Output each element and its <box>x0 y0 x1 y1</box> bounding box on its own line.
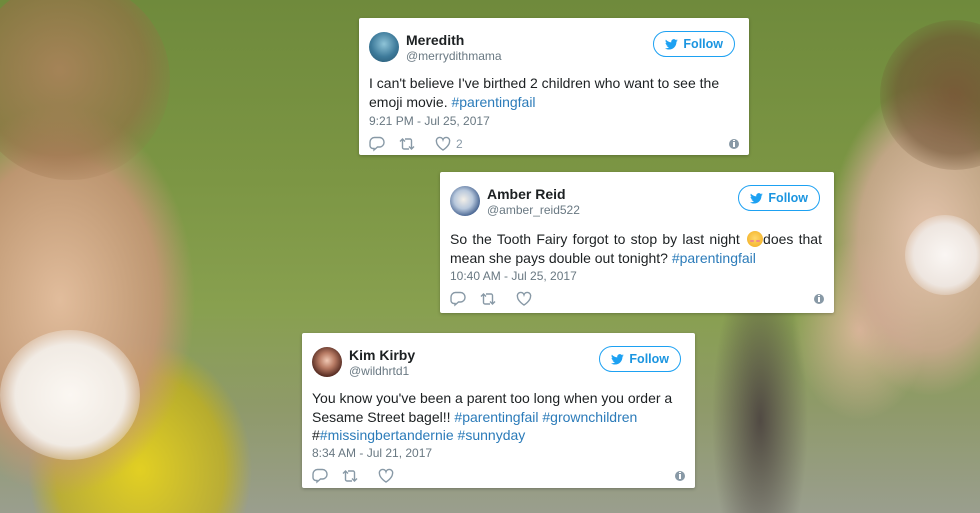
follow-button[interactable]: Follow <box>653 31 735 57</box>
tweet-timestamp[interactable]: 8:34 AM - Jul 21, 2017 <box>312 446 432 460</box>
retweet-icon <box>399 138 415 150</box>
reply-button[interactable] <box>369 136 385 152</box>
hashtag-link[interactable]: #missingbertandernie <box>320 427 454 443</box>
like-button[interactable] <box>378 468 399 484</box>
hashtag-link[interactable]: #parentingfail <box>454 409 538 425</box>
author-handle[interactable]: @merrydithmama <box>406 49 502 63</box>
tweet-actions <box>312 468 685 484</box>
info-icon[interactable] <box>675 471 685 481</box>
child-right-hair <box>880 20 980 170</box>
hashtag-link[interactable]: #parentingfail <box>672 250 756 266</box>
author-name[interactable]: Meredith <box>406 32 464 48</box>
follow-button[interactable]: Follow <box>738 185 820 211</box>
heart-icon <box>435 136 451 151</box>
author-handle[interactable]: @wildhrtd1 <box>349 364 409 378</box>
heart-icon <box>378 468 394 483</box>
like-count: 2 <box>456 137 463 151</box>
info-icon[interactable] <box>729 139 739 149</box>
avatar[interactable] <box>312 347 342 377</box>
retweet-button[interactable] <box>399 136 415 152</box>
child-right-face <box>905 215 980 295</box>
twitter-bird-icon <box>750 192 764 204</box>
tweet-header: Amber Reid @amber_reid522 Follow <box>450 184 824 218</box>
tweet-header: Kim Kirby @wildhrtd1 Follow <box>312 345 685 379</box>
tweet-header: Meredith @merrydithmama Follow <box>369 30 739 64</box>
reply-icon <box>369 136 385 152</box>
tweet-card-kim-kirby[interactable]: Kim Kirby @wildhrtd1 Follow You know you… <box>302 333 695 488</box>
retweet-icon <box>480 293 496 305</box>
info-icon[interactable] <box>814 294 824 304</box>
reply-icon <box>450 291 466 307</box>
like-button[interactable] <box>516 291 537 307</box>
tweet-text-plain: I can't believe I've birthed 2 children … <box>369 75 720 110</box>
tweet-text-part1: So the Tooth Fairy forgot to stop by las… <box>450 231 740 247</box>
tweet-text: You know you've been a parent too long w… <box>312 389 683 445</box>
heart-icon <box>516 291 532 306</box>
follow-label: Follow <box>683 37 723 51</box>
flushed-face-emoji <box>747 231 764 247</box>
retweet-button[interactable] <box>480 291 496 307</box>
hashtag-link[interactable]: #grownchildren <box>542 409 637 425</box>
reply-button[interactable] <box>312 468 328 484</box>
tweet-actions <box>450 291 824 307</box>
hashtag-link[interactable]: #sunnyday <box>458 427 526 443</box>
tweet-timestamp[interactable]: 9:21 PM - Jul 25, 2017 <box>369 114 490 128</box>
avatar[interactable] <box>369 32 399 62</box>
child-left-hair <box>0 0 170 180</box>
tweet-actions: 2 <box>369 136 739 152</box>
like-button[interactable]: 2 <box>435 136 463 152</box>
tweet-card-meredith[interactable]: Meredith @merrydithmama Follow I can't b… <box>359 18 749 155</box>
follow-label: Follow <box>629 352 669 366</box>
hashtag-link[interactable]: #parentingfail <box>451 94 535 110</box>
hash-prefix: # <box>312 427 320 443</box>
retweet-icon <box>342 470 358 482</box>
avatar[interactable] <box>450 186 480 216</box>
author-handle[interactable]: @amber_reid522 <box>487 203 580 217</box>
child-left-face <box>0 330 140 460</box>
follow-label: Follow <box>768 191 808 205</box>
twitter-bird-icon <box>665 38 679 50</box>
follow-button[interactable]: Follow <box>599 346 681 372</box>
author-name[interactable]: Amber Reid <box>487 186 566 202</box>
author-name[interactable]: Kim Kirby <box>349 347 415 363</box>
reply-button[interactable] <box>450 291 466 307</box>
tweet-timestamp[interactable]: 10:40 AM - Jul 25, 2017 <box>450 269 577 283</box>
tweet-card-amber-reid[interactable]: Amber Reid @amber_reid522 Follow So the … <box>440 172 834 313</box>
twitter-bird-icon <box>611 353 625 365</box>
reply-icon <box>312 468 328 484</box>
tweet-text: So the Tooth Fairy forgot to stop by las… <box>450 230 822 267</box>
tweet-text: I can't believe I've birthed 2 children … <box>369 74 737 111</box>
retweet-button[interactable] <box>342 468 358 484</box>
